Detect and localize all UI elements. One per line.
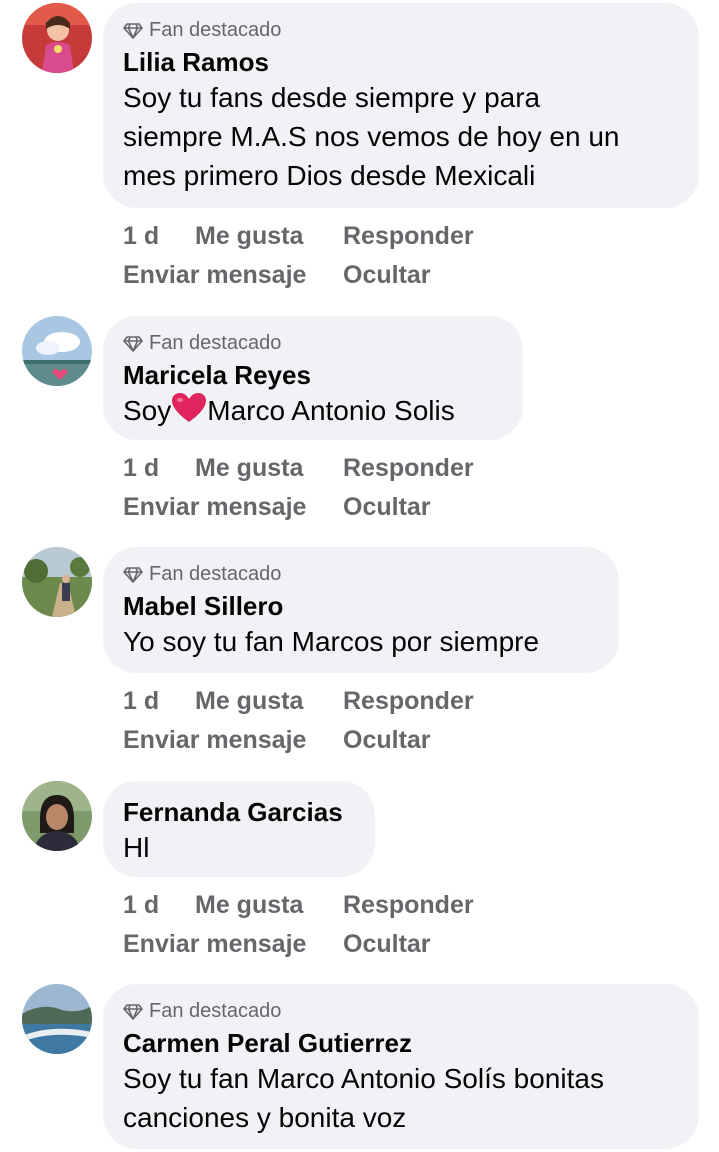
send-message-button[interactable]: Enviar mensaje (123, 930, 343, 959)
badge-label: Fan destacado (149, 331, 282, 354)
comment-text: Hl (123, 832, 150, 863)
hide-button[interactable]: Ocultar (343, 726, 431, 755)
badge-label: Fan destacado (149, 18, 282, 41)
avatar[interactable] (22, 984, 92, 1054)
reply-button[interactable]: Responder (343, 687, 474, 716)
hide-button[interactable]: Ocultar (343, 930, 431, 959)
comment-actions: 1 d Me gusta Responder Enviar mensaje Oc… (123, 886, 474, 964)
comment-text-segment: Soy (123, 395, 172, 426)
comment-bubble: Fan destacado Maricela Reyes Soy Marco An… (103, 316, 523, 440)
comment-text-line: Soy tu fans desde siempre y para (123, 82, 541, 113)
top-fan-badge: Fan destacado (123, 562, 597, 586)
red-heart-emoji-icon (172, 393, 207, 422)
send-message-button[interactable]: Enviar mensaje (123, 261, 343, 290)
comment-text: Soy Marco Antonio Solis (123, 391, 501, 430)
comment-actions: 1 d Me gusta Responder Enviar mensaje Oc… (123, 682, 474, 760)
like-button[interactable]: Me gusta (195, 891, 343, 920)
avatar[interactable] (22, 547, 92, 617)
comment-text: Soy tu fan Marco Antonio Solís bonitas c… (123, 1059, 677, 1137)
reply-button[interactable]: Responder (343, 222, 474, 251)
diamond-icon (123, 567, 143, 583)
comment-text-line: Soy tu fan Marco Antonio Solís bonitas (123, 1063, 604, 1094)
avatar[interactable] (22, 781, 92, 851)
comment-text-segment: Marco Antonio Solis (207, 395, 455, 426)
comment-author[interactable]: Mabel Sillero (123, 590, 597, 622)
diamond-icon (123, 23, 143, 39)
reply-button[interactable]: Responder (343, 454, 474, 483)
top-fan-badge: Fan destacado (123, 999, 677, 1023)
avatar[interactable] (22, 316, 92, 386)
comment-bubble: Fan destacado Lilia Ramos Soy tu fans de… (103, 3, 699, 208)
comment-text: Yo soy tu fan Marcos por siempre (123, 626, 540, 657)
comment-timestamp[interactable]: 1 d (123, 222, 195, 251)
comment-author[interactable]: Maricela Reyes (123, 359, 501, 391)
badge-label: Fan destacado (149, 999, 282, 1022)
comment-text-line: siempre M.A.S nos vemos de hoy en un (123, 121, 620, 152)
comment-actions: 1 d Me gusta Responder Enviar mensaje Oc… (123, 449, 474, 527)
comment-actions: 1 d Me gusta Responder Enviar mensaje Oc… (123, 217, 474, 295)
comment-timestamp[interactable]: 1 d (123, 891, 195, 920)
comment-bubble: Fernanda Garcias Hl (103, 781, 375, 877)
comment-text-line: canciones y bonita voz (123, 1102, 407, 1133)
comment-bubble: Fan destacado Carmen Peral Gutierrez Soy… (103, 984, 699, 1149)
diamond-icon (123, 336, 143, 352)
comment-author[interactable]: Fernanda Garcias (123, 796, 353, 828)
comment-timestamp[interactable]: 1 d (123, 454, 195, 483)
send-message-button[interactable]: Enviar mensaje (123, 726, 343, 755)
comment-author[interactable]: Carmen Peral Gutierrez (123, 1027, 677, 1059)
hide-button[interactable]: Ocultar (343, 493, 431, 522)
comment-text-line: mes primero Dios desde Mexicali (123, 160, 536, 191)
send-message-button[interactable]: Enviar mensaje (123, 493, 343, 522)
comment-timestamp[interactable]: 1 d (123, 687, 195, 716)
hide-button[interactable]: Ocultar (343, 261, 431, 290)
comment-text: Soy tu fans desde siempre y para siempre… (123, 78, 677, 195)
like-button[interactable]: Me gusta (195, 222, 343, 251)
avatar[interactable] (22, 3, 92, 73)
top-fan-badge: Fan destacado (123, 18, 677, 42)
diamond-icon (123, 1004, 143, 1020)
comment-bubble: Fan destacado Mabel Sillero Yo soy tu fa… (103, 547, 619, 673)
like-button[interactable]: Me gusta (195, 687, 343, 716)
badge-label: Fan destacado (149, 562, 282, 585)
top-fan-badge: Fan destacado (123, 331, 501, 355)
reply-button[interactable]: Responder (343, 891, 474, 920)
like-button[interactable]: Me gusta (195, 454, 343, 483)
comment-author[interactable]: Lilia Ramos (123, 46, 677, 78)
